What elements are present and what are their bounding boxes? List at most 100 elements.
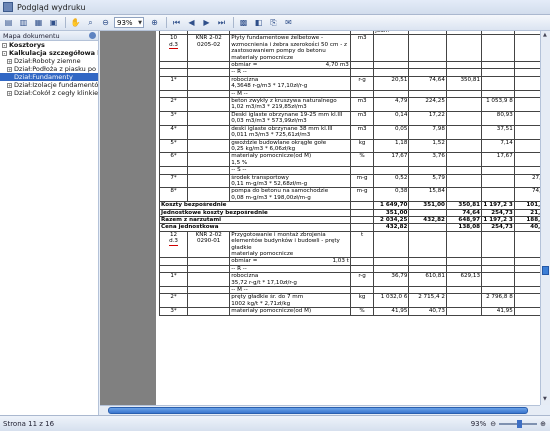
vertical-scrollbar[interactable]: ▲ ▼ <box>540 31 550 405</box>
position-sub: materiały pomocnicze <box>231 54 294 61</box>
email-icon[interactable]: ✉ <box>282 17 295 29</box>
table-cell: gwoździe budowlane okrągłe gołe 0,25 kg/m… <box>229 138 351 154</box>
table-cell <box>349 166 375 175</box>
table-cell <box>513 257 540 266</box>
table-cell: 1,18 <box>373 138 410 154</box>
table-cell: Koszty bezpośrednie <box>159 201 351 210</box>
expand-icon[interactable]: + <box>7 58 12 64</box>
table-cell: 4,79 <box>373 97 410 112</box>
scroll-up-icon[interactable]: ▲ <box>543 32 547 38</box>
horizontal-scrollbar[interactable] <box>100 405 540 415</box>
zoom-in-icon[interactable]: ⊕ <box>148 17 161 29</box>
zoom-slider-knob[interactable] <box>517 419 523 428</box>
table-cell <box>481 68 515 77</box>
section-row: -- M -- <box>158 89 540 99</box>
table-cell: 101,66 <box>513 201 540 210</box>
zoom-out-icon[interactable]: ⊖ <box>490 420 496 428</box>
first-page-icon[interactable]: ⏮ <box>170 17 183 29</box>
previous-page-icon[interactable]: ◀ <box>185 17 198 29</box>
table-cell: Cena jednostkowa <box>159 223 351 232</box>
table-cell <box>349 61 375 70</box>
table-cell <box>408 68 447 77</box>
table-cell <box>513 97 540 112</box>
zoom-in-icon[interactable]: ⊕ <box>540 420 546 428</box>
table-cell: 224,25 <box>408 97 447 112</box>
tree-item[interactable]: + Dział:Roboty ziemne <box>0 57 98 65</box>
table-cell <box>187 286 231 295</box>
tree-item[interactable]: + Dział:Izolacje fundamentów <box>0 81 98 89</box>
table-cell: 7,98 <box>408 124 447 140</box>
table-cell: 17,22 <box>408 110 447 126</box>
next-page-icon[interactable]: ▶ <box>200 17 213 29</box>
table-cell: 610,81 <box>408 272 447 288</box>
table-cell: 80,93 <box>481 110 515 126</box>
pin-icon[interactable] <box>89 32 96 39</box>
zoom-select[interactable]: 93% ▼ <box>114 17 144 28</box>
table-cell <box>445 307 483 316</box>
cost-row: 4* deski iglaste obrzynane 38 mm kl.III 0,… <box>158 124 540 140</box>
summary-row: Cena jednostkowa 432,82 138,08254,7340,01 <box>159 223 540 232</box>
background-color-icon[interactable]: ◧ <box>252 17 265 29</box>
tree-item[interactable]: + Dział:Cokół z cegły klinkie <box>0 89 98 97</box>
table-cell: 0,38 <box>373 187 410 203</box>
preview-area[interactable]: jedn. 10 d.3 KNR 2-02 0205-02 Płyty fundament… <box>100 31 540 405</box>
expand-icon[interactable]: + <box>7 90 12 96</box>
last-page-icon[interactable]: ⏭ <box>215 17 228 29</box>
expand-icon[interactable]: + <box>7 82 12 88</box>
page-setup-icon[interactable]: ▦ <box>32 17 45 29</box>
vertical-scroll-thumb[interactable] <box>542 266 549 275</box>
table-cell: 0,14 <box>373 110 410 126</box>
tree-item[interactable]: - Kalkulacja szczegółowa k <box>0 49 98 57</box>
table-cell: 20,51 <box>373 75 410 91</box>
zoom-slider[interactable] <box>499 419 538 428</box>
obmiar-value: 1,03 t <box>332 258 349 265</box>
table-cell <box>158 68 189 77</box>
table-cell <box>513 152 540 168</box>
tree-item[interactable]: + Dział:Podłoża z piasku po <box>0 65 98 73</box>
table-cell <box>349 264 375 274</box>
table-cell <box>481 166 515 175</box>
table-cell <box>187 152 231 168</box>
magnifier-icon[interactable]: ⌕ <box>84 17 97 29</box>
table-cell <box>187 138 231 154</box>
multipage-icon[interactable]: ▩ <box>237 17 250 29</box>
horizontal-scroll-thumb[interactable] <box>108 407 528 414</box>
export-icon[interactable]: ▣ <box>47 17 60 29</box>
print-setup-icon[interactable]: ▥ <box>17 17 30 29</box>
expand-icon[interactable]: + <box>7 66 12 72</box>
table-cell <box>158 264 189 274</box>
table-cell: 350,81 <box>445 201 483 210</box>
table-cell <box>445 187 483 203</box>
table-cell: m3 <box>349 34 375 63</box>
table-cell <box>445 286 483 295</box>
table-cell: 37,51 <box>481 124 515 140</box>
table-cell: -- M -- <box>229 286 351 295</box>
print-icon[interactable]: ▤ <box>2 17 15 29</box>
table-cell: 3* <box>158 307 189 316</box>
table-cell <box>481 89 515 99</box>
table-cell: obmiar = 1,03 t <box>229 257 351 266</box>
tree-item[interactable]: Dział:Fundamenty <box>0 73 98 81</box>
table-cell: 74,64 <box>408 75 447 91</box>
collapse-icon[interactable]: - <box>2 50 7 56</box>
tree-item[interactable]: - Kosztorys <box>0 41 98 49</box>
table-cell <box>481 173 515 189</box>
export-document-icon[interactable]: ⎘ <box>267 17 280 29</box>
table-cell: 40,01 <box>513 223 540 232</box>
zoom-out-icon[interactable]: ⊖ <box>99 17 112 29</box>
table-cell <box>513 264 540 274</box>
section-row: -- R -- <box>158 68 540 77</box>
tree-item-label: Kalkulacja szczegółowa k <box>9 49 98 57</box>
hand-tool-icon[interactable]: ✋ <box>69 17 82 29</box>
scroll-down-icon[interactable]: ▼ <box>543 396 547 402</box>
table-cell: 74,64 <box>445 208 483 217</box>
table-cell <box>187 307 231 316</box>
table-cell: KNR 2-02 0205-02 <box>187 34 231 63</box>
collapse-icon[interactable]: - <box>2 42 7 48</box>
table-cell: 1* <box>158 272 189 288</box>
table-cell <box>445 68 483 77</box>
table-cell <box>349 68 375 77</box>
cost-calculation: 35,72 r-g/t * 17,10zł/r-g <box>231 279 297 286</box>
position-row: 10 d.3 KNR 2-02 0205-02 Płyty fundamentowe ż… <box>158 34 540 63</box>
cost-table: jedn. 10 d.3 KNR 2-02 0205-02 Płyty fundament… <box>158 31 540 316</box>
